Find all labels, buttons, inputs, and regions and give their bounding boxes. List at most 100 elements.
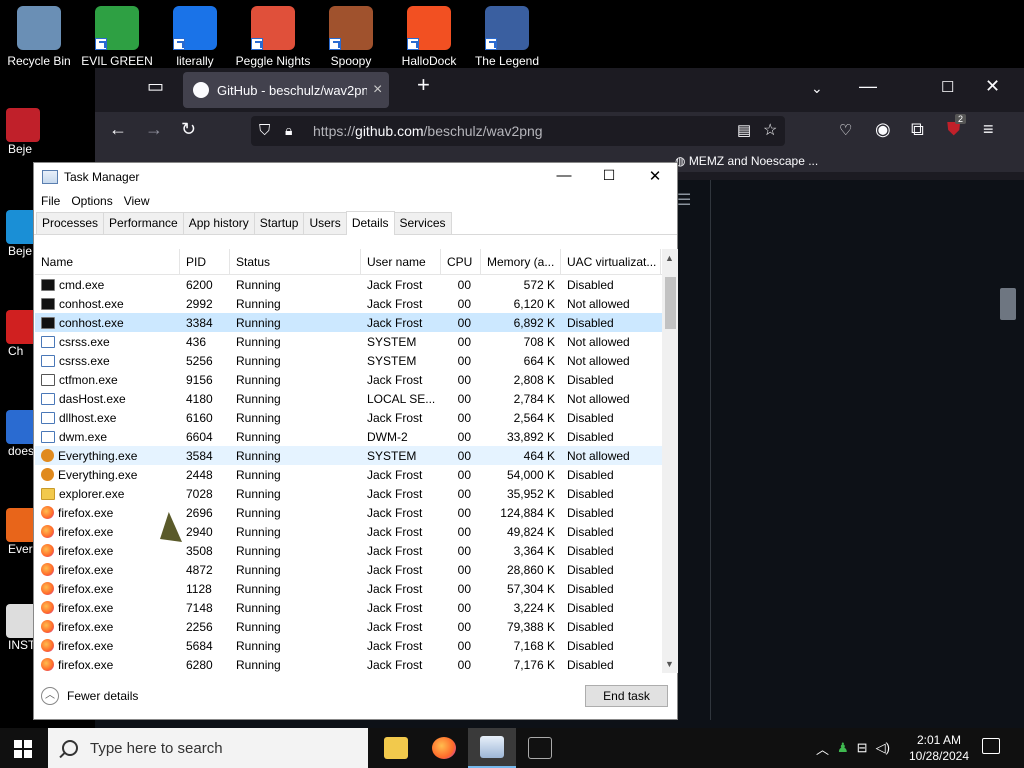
reader-view-icon[interactable]: ▤ — [737, 121, 751, 139]
back-icon[interactable]: ← — [109, 119, 127, 140]
desktop-icon[interactable]: HalloDock — [390, 0, 468, 68]
column-header[interactable]: PID — [180, 249, 230, 275]
desktop-icon[interactable]: Recycle Bin — [0, 0, 78, 68]
desktop-icon[interactable]: Peggle Nights — [234, 0, 312, 68]
menu-file[interactable]: File — [41, 194, 60, 208]
table-row[interactable]: explorer.exe 7028 Running Jack Frost 00 35,95… — [35, 484, 662, 503]
panel-divider — [710, 180, 711, 720]
table-row[interactable]: firefox.exe 2256 Running Jack Frost 00 79,388… — [35, 617, 662, 636]
task-manager-titlebar[interactable]: Task Manager — ☐ ✕ — [34, 163, 677, 191]
tab-performance[interactable]: Performance — [103, 212, 184, 234]
volume-icon[interactable]: ◁) — [876, 740, 890, 756]
url-bar[interactable]: ⛉ 🔒︎ https:// github.com /beschulz/wav2p… — [251, 116, 785, 146]
taskbar-file-explorer[interactable] — [372, 728, 420, 768]
taskbar-task-manager[interactable] — [468, 728, 516, 768]
desktop-icon[interactable]: EVIL GREEN — [78, 0, 156, 68]
clock-time: 2:01 AM — [916, 733, 962, 747]
table-row[interactable]: firefox.exe 2940 Running Jack Frost 00 49,824… — [35, 522, 662, 541]
table-row[interactable]: firefox.exe 7148 Running Jack Frost 00 3,224 … — [35, 598, 662, 617]
cell-uac: Disabled — [567, 657, 614, 672]
table-row[interactable]: firefox.exe 3508 Running Jack Frost 00 3,364 … — [35, 541, 662, 560]
page-scrollbar[interactable] — [1000, 288, 1016, 320]
scroll-down-icon[interactable]: ▼ — [665, 659, 674, 669]
lock-icon[interactable]: 🔒︎ — [285, 122, 292, 139]
bookmark-star-icon[interactable]: ☆ — [763, 120, 777, 140]
tab-details[interactable]: Details — [345, 211, 395, 235]
desktop-icon[interactable]: Spoopy — [312, 0, 390, 68]
column-header[interactable]: User name — [361, 249, 441, 275]
bookmark-memz[interactable]: ◍ MEMZ and Noescape ... — [675, 154, 818, 168]
scroll-up-icon[interactable]: ▲ — [665, 253, 674, 263]
user-icon[interactable]: ♟ — [837, 740, 849, 756]
tab-startup[interactable]: Startup — [253, 212, 305, 234]
table-row[interactable]: dasHost.exe 4180 Running LOCAL SE... 00 2,784… — [35, 389, 662, 408]
tab-app-history[interactable]: App history — [182, 212, 255, 234]
table-row[interactable]: conhost.exe 2992 Running Jack Frost 00 6,120 … — [35, 294, 662, 313]
chevron-up-icon[interactable]: ︿ — [816, 739, 829, 758]
table-row[interactable]: ctfmon.exe 9156 Running Jack Frost 00 2,808 K… — [35, 370, 662, 389]
cell-user: Jack Frost — [367, 467, 423, 482]
notification-icon[interactable] — [982, 738, 1000, 754]
search-box[interactable]: Type here to search — [48, 728, 368, 768]
tab-processes[interactable]: Processes — [36, 212, 105, 234]
column-header[interactable]: CPU — [441, 249, 481, 275]
column-header[interactable]: Memory (a... — [481, 249, 561, 275]
desktop-icon[interactable]: Beje — [0, 108, 40, 156]
taskbar-firefox[interactable] — [420, 728, 468, 768]
minimize-icon[interactable]: — — [859, 76, 877, 97]
column-header[interactable]: UAC virtualizat... — [561, 249, 661, 275]
table-row[interactable]: firefox.exe 4872 Running Jack Frost 00 28,860… — [35, 560, 662, 579]
table-row[interactable]: dllhost.exe 6160 Running Jack Frost 00 2,564 … — [35, 408, 662, 427]
close-window-icon[interactable]: ✕ — [985, 76, 1000, 97]
fewer-details-link[interactable]: ︿ Fewer details — [41, 687, 138, 705]
table-row[interactable]: cmd.exe 6200 Running Jack Frost 00 572 K Disab… — [35, 275, 662, 294]
table-row[interactable]: csrss.exe 436 Running SYSTEM 00 708 K Not allo… — [35, 332, 662, 351]
desktop-icon[interactable]: literally — [156, 0, 234, 68]
shield-icon[interactable]: ⛉ — [259, 122, 270, 139]
tab-github[interactable]: GitHub - beschulz/wav2png: C × — [183, 72, 389, 108]
column-header[interactable]: Name — [35, 249, 180, 275]
close-tab-icon[interactable]: × — [373, 81, 382, 99]
chevron-down-icon[interactable]: ⌄ — [811, 80, 823, 97]
menu-view[interactable]: View — [124, 194, 150, 208]
table-row[interactable]: firefox.exe 6280 Running Jack Frost 00 7,176 … — [35, 655, 662, 673]
tab-overview-icon[interactable]: ▭ — [147, 76, 164, 97]
list-icon[interactable]: ☰ — [677, 190, 691, 210]
vertical-scrollbar[interactable]: ▲ ▼ — [662, 249, 678, 673]
tab-users[interactable]: Users — [303, 212, 347, 234]
tab-services[interactable]: Services — [393, 212, 452, 234]
process-icon — [41, 297, 55, 310]
account-icon[interactable]: ◉ — [875, 119, 891, 140]
clock[interactable]: 2:01 AM 10/28/2024 — [900, 732, 978, 764]
minimize-icon[interactable]: — — [549, 167, 579, 184]
forward-icon[interactable]: → — [145, 119, 163, 140]
table-row[interactable]: Everything.exe 2448 Running Jack Frost 00 54,… — [35, 465, 662, 484]
end-task-button[interactable]: End task — [585, 685, 668, 707]
scroll-thumb[interactable] — [665, 277, 676, 329]
table-row[interactable]: firefox.exe 2696 Running Jack Frost 00 124,88… — [35, 503, 662, 522]
pocket-icon[interactable]: ♡ — [839, 121, 852, 139]
column-header[interactable]: Status — [230, 249, 361, 275]
table-row[interactable]: dwm.exe 6604 Running DWM-2 00 33,892 K Disable… — [35, 427, 662, 446]
extensions-icon[interactable]: ⧉ — [911, 119, 924, 140]
new-tab-icon[interactable]: + — [417, 72, 430, 98]
process-name: firefox.exe — [58, 543, 114, 558]
menu-icon[interactable]: ≡ — [983, 119, 994, 140]
close-icon[interactable]: ✕ — [640, 167, 670, 185]
process-name: Everything.exe — [58, 467, 138, 482]
table-row[interactable]: firefox.exe 1128 Running Jack Frost 00 57,304… — [35, 579, 662, 598]
maximize-icon[interactable]: ☐ — [594, 167, 624, 184]
taskbar: Type here to search ︿ ♟ ⊟ ◁) 2:01 AM 10/… — [0, 728, 1024, 768]
maximize-icon[interactable]: ☐ — [941, 78, 954, 96]
table-row[interactable]: csrss.exe 5256 Running SYSTEM 00 664 K Not all… — [35, 351, 662, 370]
table-row[interactable]: firefox.exe 5684 Running Jack Frost 00 7,168 … — [35, 636, 662, 655]
windows-start-icon[interactable] — [14, 740, 32, 758]
reload-icon[interactable]: ↻ — [181, 119, 196, 140]
taskbar-cmd[interactable] — [516, 728, 564, 768]
table-row[interactable]: Everything.exe 3584 Running SYSTEM 00 464 K No… — [35, 446, 662, 465]
network-icon[interactable]: ⊟ — [857, 740, 868, 756]
desktop-icon[interactable]: The Legend — [468, 0, 546, 68]
menu-options[interactable]: Options — [71, 194, 112, 208]
table-row[interactable]: conhost.exe 3384 Running Jack Frost 00 6,892 … — [35, 313, 662, 332]
process-name-cell: csrss.exe — [35, 354, 180, 368]
